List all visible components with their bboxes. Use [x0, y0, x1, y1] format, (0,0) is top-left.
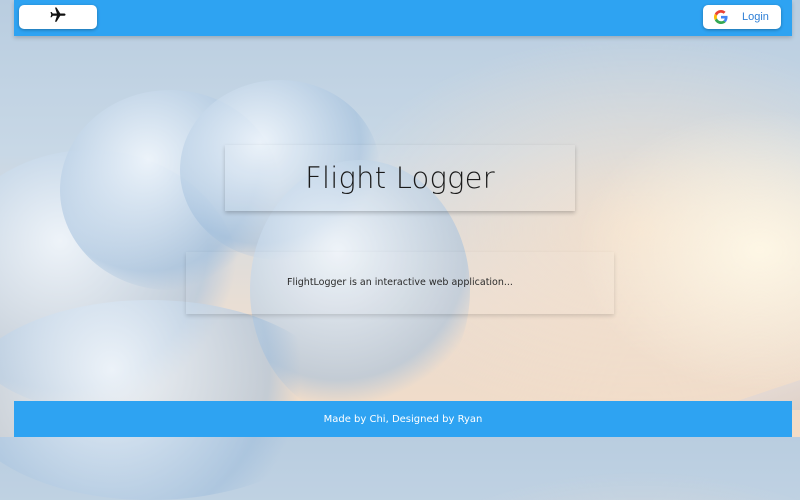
footer: Made by Chi, Designed by Ryan: [14, 401, 792, 437]
airplane-icon: [48, 6, 68, 29]
google-login-button[interactable]: Login: [703, 5, 781, 29]
google-icon: [713, 9, 729, 25]
description-card: FlightLogger is an interactive web appli…: [186, 252, 614, 314]
login-label: Login: [742, 11, 769, 23]
footer-credit: Made by Chi, Designed by Ryan: [323, 413, 483, 425]
title-card: Flight Logger: [225, 145, 575, 211]
page-title: Flight Logger: [305, 161, 495, 195]
top-navbar: Login: [14, 0, 792, 36]
app-description: FlightLogger is an interactive web appli…: [287, 276, 513, 288]
home-button[interactable]: [19, 5, 97, 29]
background-clouds: [0, 0, 800, 500]
